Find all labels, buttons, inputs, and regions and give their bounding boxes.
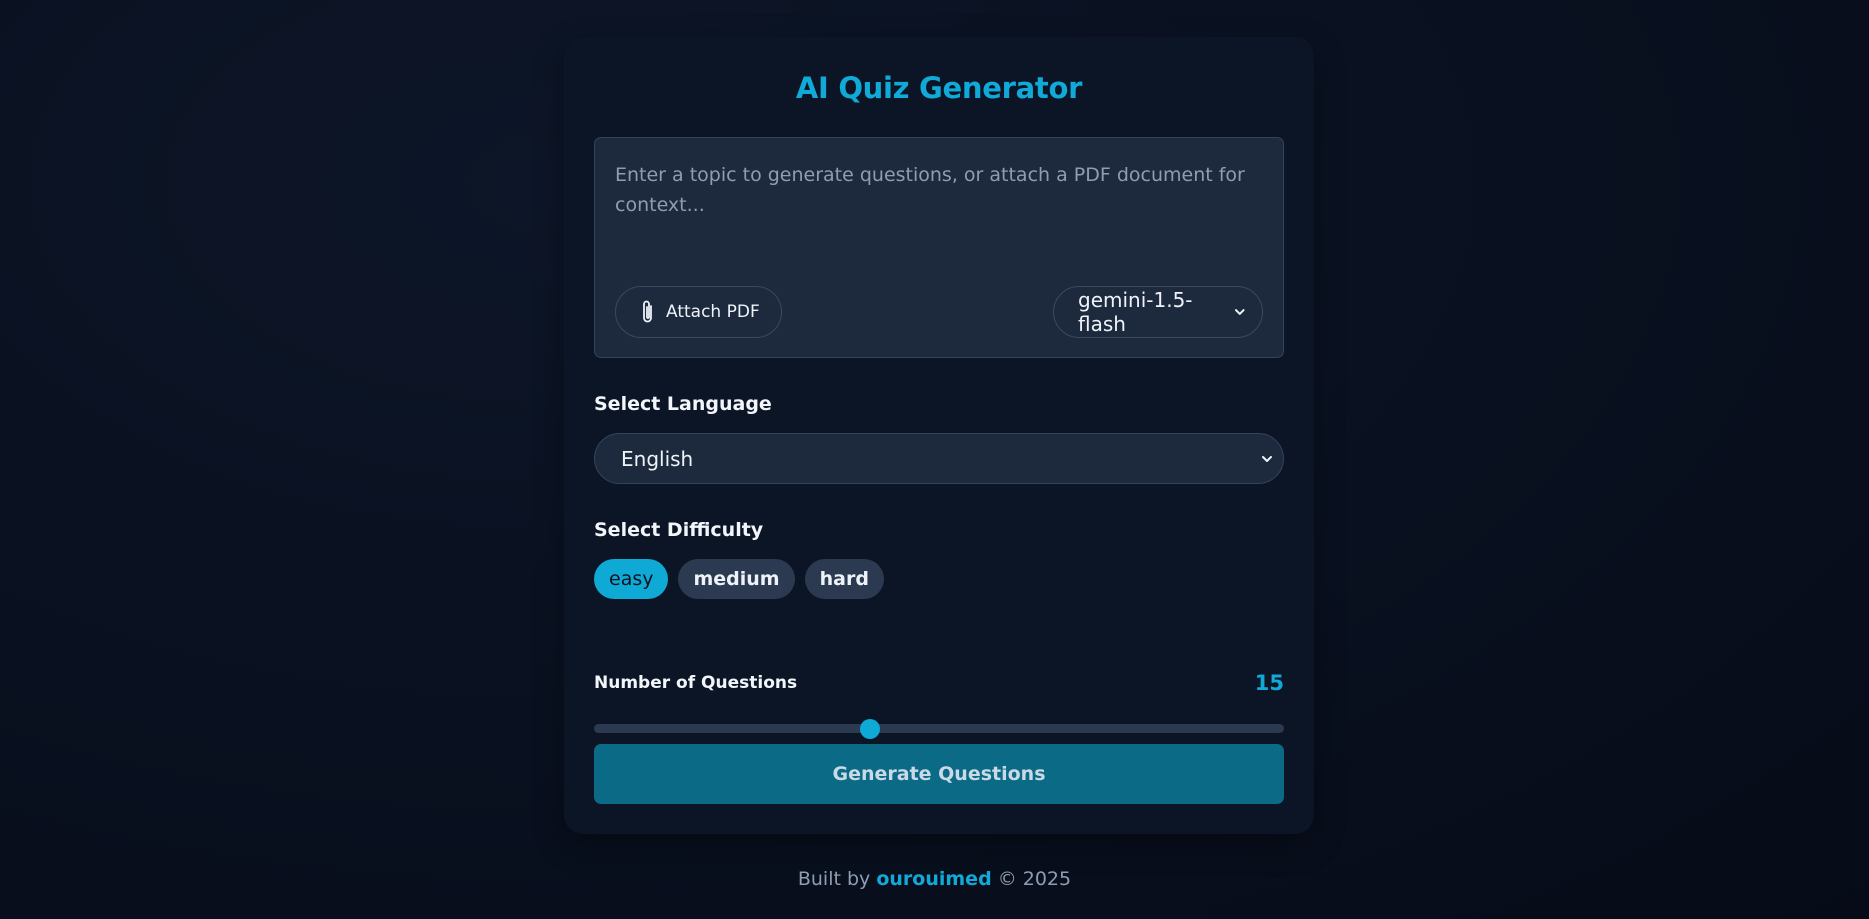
model-select-value: gemini-1.5-flash: [1078, 288, 1193, 336]
paperclip-icon: [643, 300, 652, 323]
difficulty-easy-button[interactable]: easy: [594, 559, 669, 599]
topic-input[interactable]: [615, 160, 1255, 250]
slider-handle[interactable]: [860, 719, 880, 739]
question-count-value: 15: [1254, 671, 1284, 695]
difficulty-medium-button[interactable]: medium: [678, 559, 795, 599]
attach-pdf-label: Attach PDF: [666, 302, 760, 322]
prompt-container: Attach PDF gemini-1.5-flash: [594, 137, 1284, 358]
quiz-card: AI Quiz Generator Attach PDF gemini-1.5-…: [564, 37, 1314, 834]
footer-suffix: © 2025: [997, 868, 1072, 890]
model-select[interactable]: gemini-1.5-flash: [1053, 286, 1263, 338]
difficulty-hard-button[interactable]: hard: [804, 559, 884, 599]
attach-pdf-button[interactable]: Attach PDF: [615, 286, 782, 338]
question-count-slider[interactable]: [594, 724, 1284, 733]
language-label: Select Language: [594, 393, 772, 415]
language-select-value: English: [621, 446, 694, 471]
difficulty-label: Select Difficulty: [594, 519, 764, 541]
language-select[interactable]: English: [594, 433, 1284, 484]
generate-questions-button[interactable]: Generate Questions: [594, 744, 1284, 804]
footer-prefix: Built by: [797, 868, 871, 890]
chevron-down-icon: [1235, 309, 1246, 315]
page-title: AI Quiz Generator: [795, 71, 1083, 105]
author-link[interactable]: ourouimed: [876, 868, 991, 890]
chevron-down-icon: [1262, 455, 1272, 462]
question-count-label: Number of Questions: [594, 673, 798, 693]
footer: Built by ourouimed © 2025: [0, 868, 1869, 890]
difficulty-options: easy medium hard: [594, 559, 884, 599]
